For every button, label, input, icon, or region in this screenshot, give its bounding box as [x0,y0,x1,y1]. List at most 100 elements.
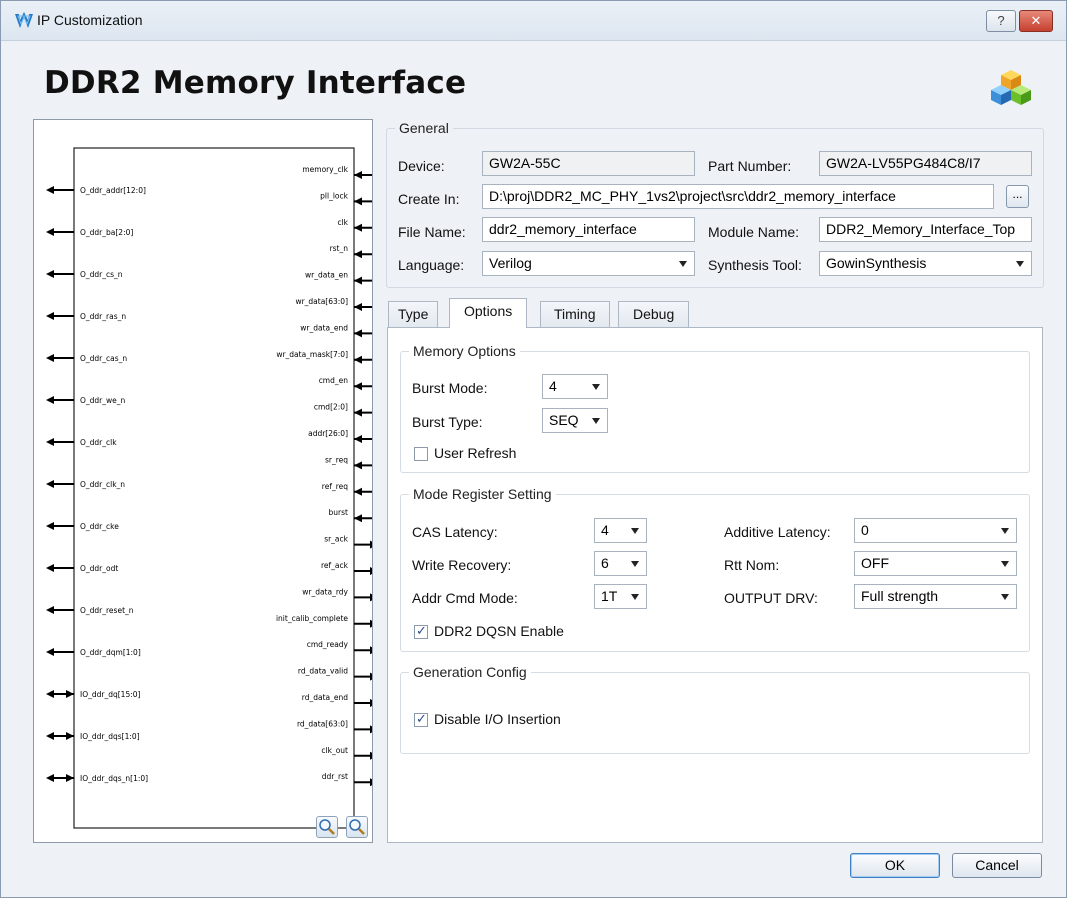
disable-io-checkbox[interactable] [414,711,428,727]
chevron-down-icon [1016,261,1024,267]
left-port-label: O_ddr_we_n [80,396,126,405]
language-select[interactable]: Verilog [482,251,695,276]
user-refresh-checkbox[interactable] [414,447,428,461]
close-button[interactable]: ✕ [1019,10,1053,32]
right-port-arrow [354,540,372,549]
addr-cmd-mode-select[interactable]: 1T [594,584,647,609]
rtt-nom-label: Rtt Nom: [724,557,780,573]
burst-mode-select[interactable]: 4 [542,374,608,399]
zoom-in-button[interactable] [316,816,338,838]
left-port-label: O_ddr_addr[12:0] [80,186,146,195]
ip-symbol-diagram: O_ddr_addr[12:0] O_ddr_ba[2:0] O_ddr_cs_n O… [46,147,372,829]
right-port-label: wr_data_en [305,271,348,280]
right-port-arrow [354,276,372,285]
language-label: Language: [398,257,465,273]
left-port-label: IO_ddr_dqs_n[1:0] [80,774,148,783]
device-label: Device: [398,158,445,174]
right-port-arrow [354,699,372,707]
left-port-label: O_ddr_cke [80,522,119,531]
dqsn-enable-checkbox[interactable] [414,623,428,639]
generation-config-legend: Generation Config [409,664,531,680]
additive-latency-value: 0 [861,522,869,538]
write-recovery-select[interactable]: 6 [594,551,647,576]
left-port-label: O_ddr_ba[2:0] [80,228,133,237]
left-port-arrow [46,186,74,194]
output-drv-value: Full strength [861,588,939,604]
right-port-label: addr[26:0] [308,429,348,438]
addr-cmd-mode-value: 1T [601,588,618,604]
left-port-label: IO_ddr_dq[15:0] [80,690,141,699]
right-port-arrow [354,487,372,496]
disable-io-label: Disable I/O Insertion [434,711,561,727]
right-port-label: cmd[2:0] [314,403,348,412]
dqsn-enable-label: DDR2 DQSN Enable [434,623,564,639]
left-port-arrow [46,480,74,488]
general-legend: General [395,120,453,136]
left-port-arrow [46,564,74,572]
left-port-arrow [46,354,74,362]
left-port-label: O_ddr_cs_n [80,270,123,279]
burst-type-value: SEQ [549,412,579,428]
right-port-label: ref_ack [321,561,349,570]
tab-debug[interactable]: Debug [618,301,690,327]
right-port-label: burst [329,508,349,517]
ip-cubes-icon [991,70,1031,105]
synthesis-tool-select[interactable]: GowinSynthesis [819,251,1032,276]
chevron-down-icon [592,418,600,424]
ip-customization-window: IP Customization ? ✕ DDR2 Memory Interfa… [0,0,1067,898]
right-port-arrow [354,408,372,417]
chevron-down-icon [1001,528,1009,534]
right-port-label: memory_clk [302,165,348,174]
cas-latency-label: CAS Latency: [412,524,498,540]
chevron-down-icon [631,561,639,567]
right-port-arrow [354,461,372,470]
window-title: IP Customization [37,12,143,28]
burst-type-label: Burst Type: [412,414,483,430]
right-port-arrow [354,778,372,787]
right-port-label: rd_data[63:0] [297,719,348,728]
right-port-arrow [354,382,372,391]
tab-timing[interactable]: Timing [540,301,610,327]
create-in-field[interactable]: D:\proj\DDR2_MC_PHY_1vs2\project\src\ddr… [482,184,994,209]
part-number-label: Part Number: [708,158,792,174]
left-port-arrow [46,270,74,278]
cas-latency-value: 4 [601,522,609,538]
ok-button[interactable]: OK [850,853,940,878]
create-in-label: Create In: [398,191,460,207]
right-port-arrow [354,171,372,179]
right-port-arrow [354,303,372,311]
zoom-in-icon [319,819,335,835]
right-port-label: rst_n [330,244,349,253]
browse-button[interactable]: ... [1006,185,1029,208]
left-port-label: O_ddr_odt [80,564,118,573]
help-button[interactable]: ? [986,10,1016,32]
burst-type-select[interactable]: SEQ [542,408,608,433]
tab-type[interactable]: Type [388,301,439,327]
zoom-out-button[interactable] [346,816,368,838]
cas-latency-select[interactable]: 4 [594,518,647,543]
right-port-label: clk [337,218,348,227]
right-port-arrow [354,646,372,655]
right-port-arrow [354,672,372,681]
right-port-arrow [354,619,372,628]
right-port-arrow [354,329,372,338]
additive-latency-select[interactable]: 0 [854,518,1017,543]
file-name-field[interactable]: ddr2_memory_interface [482,217,695,242]
chevron-down-icon [1001,594,1009,600]
addr-cmd-mode-label: Addr Cmd Mode: [412,590,518,606]
module-name-field[interactable]: DDR2_Memory_Interface_Top [819,217,1032,242]
tab-options[interactable]: Options [449,298,528,328]
part-number-field[interactable]: GW2A-LV55PG484C8/I7 [819,151,1032,176]
language-value: Verilog [489,255,532,271]
cancel-button[interactable]: Cancel [952,853,1042,878]
page-title: DDR2 Memory Interface [44,65,467,101]
left-port-arrow [46,690,74,698]
output-drv-select[interactable]: Full strength [854,584,1017,609]
right-port-arrow [354,250,372,259]
device-field[interactable]: GW2A-55C [482,151,695,176]
right-port-label: cmd_ready [307,640,349,649]
write-recovery-label: Write Recovery: [412,557,512,573]
chevron-down-icon [592,384,600,390]
rtt-nom-select[interactable]: OFF [854,551,1017,576]
right-port-arrow [354,725,372,734]
